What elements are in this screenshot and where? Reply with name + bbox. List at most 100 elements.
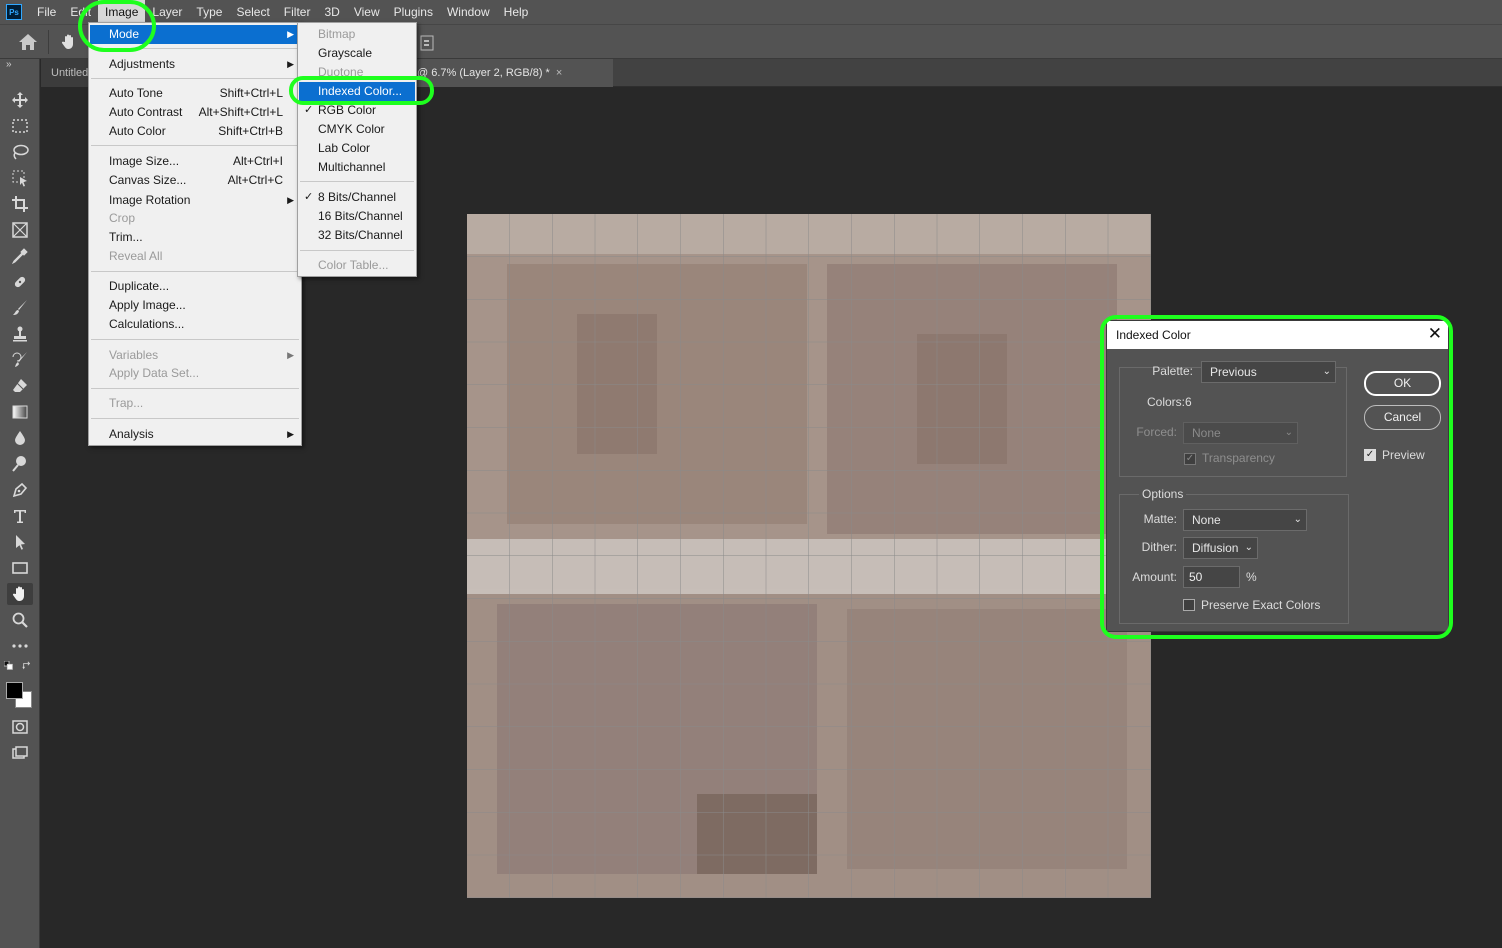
close-tab-icon[interactable]: ×: [556, 67, 562, 79]
menu-item-label: Lab Color: [318, 141, 371, 155]
menu-item-auto-color[interactable]: Auto Color Shift+Ctrl+B: [90, 122, 300, 141]
menu-item-auto-tone[interactable]: Auto Tone Shift+Ctrl+L: [90, 84, 300, 103]
preview-checkbox[interactable]: ✓: [1364, 449, 1376, 461]
move-tool-icon[interactable]: [7, 89, 33, 111]
menu-image[interactable]: Image: [98, 0, 146, 24]
tab-active-document[interactable]: @ 6.7% (Layer 2, RGB/8) * ×: [413, 59, 613, 87]
menu-item-mode[interactable]: Mode ▶: [90, 25, 300, 44]
menu-item-16-bits[interactable]: 16 Bits/Channel: [299, 207, 415, 226]
menu-item-label: Apply Data Set...: [109, 366, 200, 380]
menu-item-image-size[interactable]: Image Size... Alt+Ctrl+I: [90, 152, 300, 171]
menu-item-label: Multichannel: [318, 160, 386, 174]
menu-item-image-rotation[interactable]: Image Rotation ▶: [90, 191, 300, 210]
pen-tool-icon[interactable]: [7, 479, 33, 501]
menu-item-cmyk-color[interactable]: CMYK Color: [299, 120, 415, 139]
tab-untitled[interactable]: Untitled: [41, 59, 91, 87]
menu-item-label: Indexed Color...: [318, 84, 403, 98]
zoom-tool-icon[interactable]: [7, 609, 33, 631]
menu-type[interactable]: Type: [189, 0, 229, 24]
cancel-button[interactable]: Cancel: [1364, 405, 1441, 430]
hand-tool-icon[interactable]: [7, 583, 33, 605]
menu-separator: [91, 145, 299, 146]
eyedropper-tool-icon[interactable]: [7, 245, 33, 267]
rectangle-tool-icon[interactable]: [7, 557, 33, 579]
menu-item-crop: Crop: [90, 209, 300, 228]
menu-plugins[interactable]: Plugins: [387, 0, 440, 24]
submenu-arrow-icon: ▶: [287, 195, 294, 205]
healing-brush-tool-icon[interactable]: [7, 271, 33, 293]
menu-window[interactable]: Window: [440, 0, 497, 24]
menu-item-label: Calculations...: [109, 317, 185, 331]
lasso-tool-icon[interactable]: [7, 141, 33, 163]
foreground-color-swatch[interactable]: [6, 682, 23, 699]
menu-item-duplicate[interactable]: Duplicate...: [90, 277, 300, 296]
amount-input[interactable]: 50: [1183, 566, 1240, 588]
menu-item-label: RGB Color: [318, 103, 377, 117]
submenu-arrow-icon: ▶: [287, 59, 294, 69]
menu-edit[interactable]: Edit: [63, 0, 98, 24]
ok-button[interactable]: OK: [1364, 371, 1441, 396]
menu-item-lab-color[interactable]: Lab Color: [299, 139, 415, 158]
menu-layer[interactable]: Layer: [145, 0, 189, 24]
collapse-icon[interactable]: »: [6, 59, 12, 70]
gradient-tool-icon[interactable]: [7, 401, 33, 423]
dodge-tool-icon[interactable]: [7, 453, 33, 475]
palette-label: Palette:: [1152, 364, 1193, 378]
menu-item-calculations[interactable]: Calculations...: [90, 315, 300, 334]
stamp-tool-icon[interactable]: [7, 323, 33, 345]
swap-colors-icon[interactable]: [20, 660, 34, 672]
hand-tool-icon[interactable]: [60, 33, 78, 51]
menu-item-label: Mode: [109, 27, 140, 41]
dither-dropdown[interactable]: Diffusion ⌄: [1183, 537, 1258, 559]
menu-item-auto-contrast[interactable]: Auto Contrast Alt+Shift+Ctrl+L: [90, 103, 300, 122]
menu-item-32-bits[interactable]: 32 Bits/Channel: [299, 226, 415, 245]
menu-help[interactable]: Help: [497, 0, 536, 24]
menu-item-multichannel[interactable]: Multichannel: [299, 158, 415, 177]
frame-tool-icon[interactable]: [7, 219, 33, 241]
menu-item-canvas-size[interactable]: Canvas Size... Alt+Ctrl+C: [90, 171, 300, 190]
menu-view[interactable]: View: [347, 0, 387, 24]
eraser-tool-icon[interactable]: [7, 375, 33, 397]
close-icon[interactable]: ✕: [1428, 324, 1442, 344]
menu-filter[interactable]: Filter: [277, 0, 318, 24]
canvas-image: [467, 214, 1151, 898]
blur-tool-icon[interactable]: [7, 427, 33, 449]
path-selection-tool-icon[interactable]: [7, 531, 33, 553]
brush-tool-icon[interactable]: [7, 297, 33, 319]
dither-value: Diffusion: [1192, 541, 1239, 555]
menu-item-trim[interactable]: Trim...: [90, 228, 300, 247]
history-brush-tool-icon[interactable]: [7, 349, 33, 371]
menu-item-analysis[interactable]: Analysis ▶: [90, 425, 300, 444]
palette-dropdown[interactable]: Previous ⌄: [1201, 361, 1336, 383]
document-canvas[interactable]: [467, 214, 1151, 898]
align-icon[interactable]: [418, 34, 436, 52]
menu-3d[interactable]: 3D: [317, 0, 346, 24]
object-selection-tool-icon[interactable]: [7, 167, 33, 189]
menu-item-indexed-color[interactable]: Indexed Color...: [299, 82, 415, 101]
menu-item-rgb-color[interactable]: ✓ RGB Color: [299, 101, 415, 120]
menu-item-label: Reveal All: [109, 249, 163, 263]
menu-select[interactable]: Select: [229, 0, 276, 24]
matte-dropdown[interactable]: None ⌄: [1183, 509, 1307, 531]
screen-mode-icon[interactable]: [7, 742, 33, 764]
type-tool-icon[interactable]: [7, 505, 33, 527]
home-icon[interactable]: [18, 33, 38, 51]
tab-label: Untitled: [51, 67, 89, 79]
photoshop-logo-icon: Ps: [6, 4, 22, 20]
menu-item-trap: Trap...: [90, 394, 300, 413]
menu-item-grayscale[interactable]: Grayscale: [299, 44, 415, 63]
menu-item-apply-image[interactable]: Apply Image...: [90, 296, 300, 315]
tools-panel: »: [0, 59, 40, 948]
marquee-tool-icon[interactable]: [7, 115, 33, 137]
matte-value: None: [1192, 513, 1221, 527]
more-tools-icon[interactable]: [7, 635, 33, 657]
crop-tool-icon[interactable]: [7, 193, 33, 215]
separator: [48, 30, 49, 54]
menu-item-8-bits[interactable]: ✓ 8 Bits/Channel: [299, 188, 415, 207]
menu-item-label: Trap...: [109, 396, 144, 410]
default-colors-icon[interactable]: [2, 660, 16, 672]
preserve-exact-colors-checkbox[interactable]: [1183, 599, 1195, 611]
quick-mask-icon[interactable]: [7, 716, 33, 738]
menu-item-adjustments[interactable]: Adjustments ▶: [90, 55, 300, 74]
menu-file[interactable]: File: [30, 0, 63, 24]
